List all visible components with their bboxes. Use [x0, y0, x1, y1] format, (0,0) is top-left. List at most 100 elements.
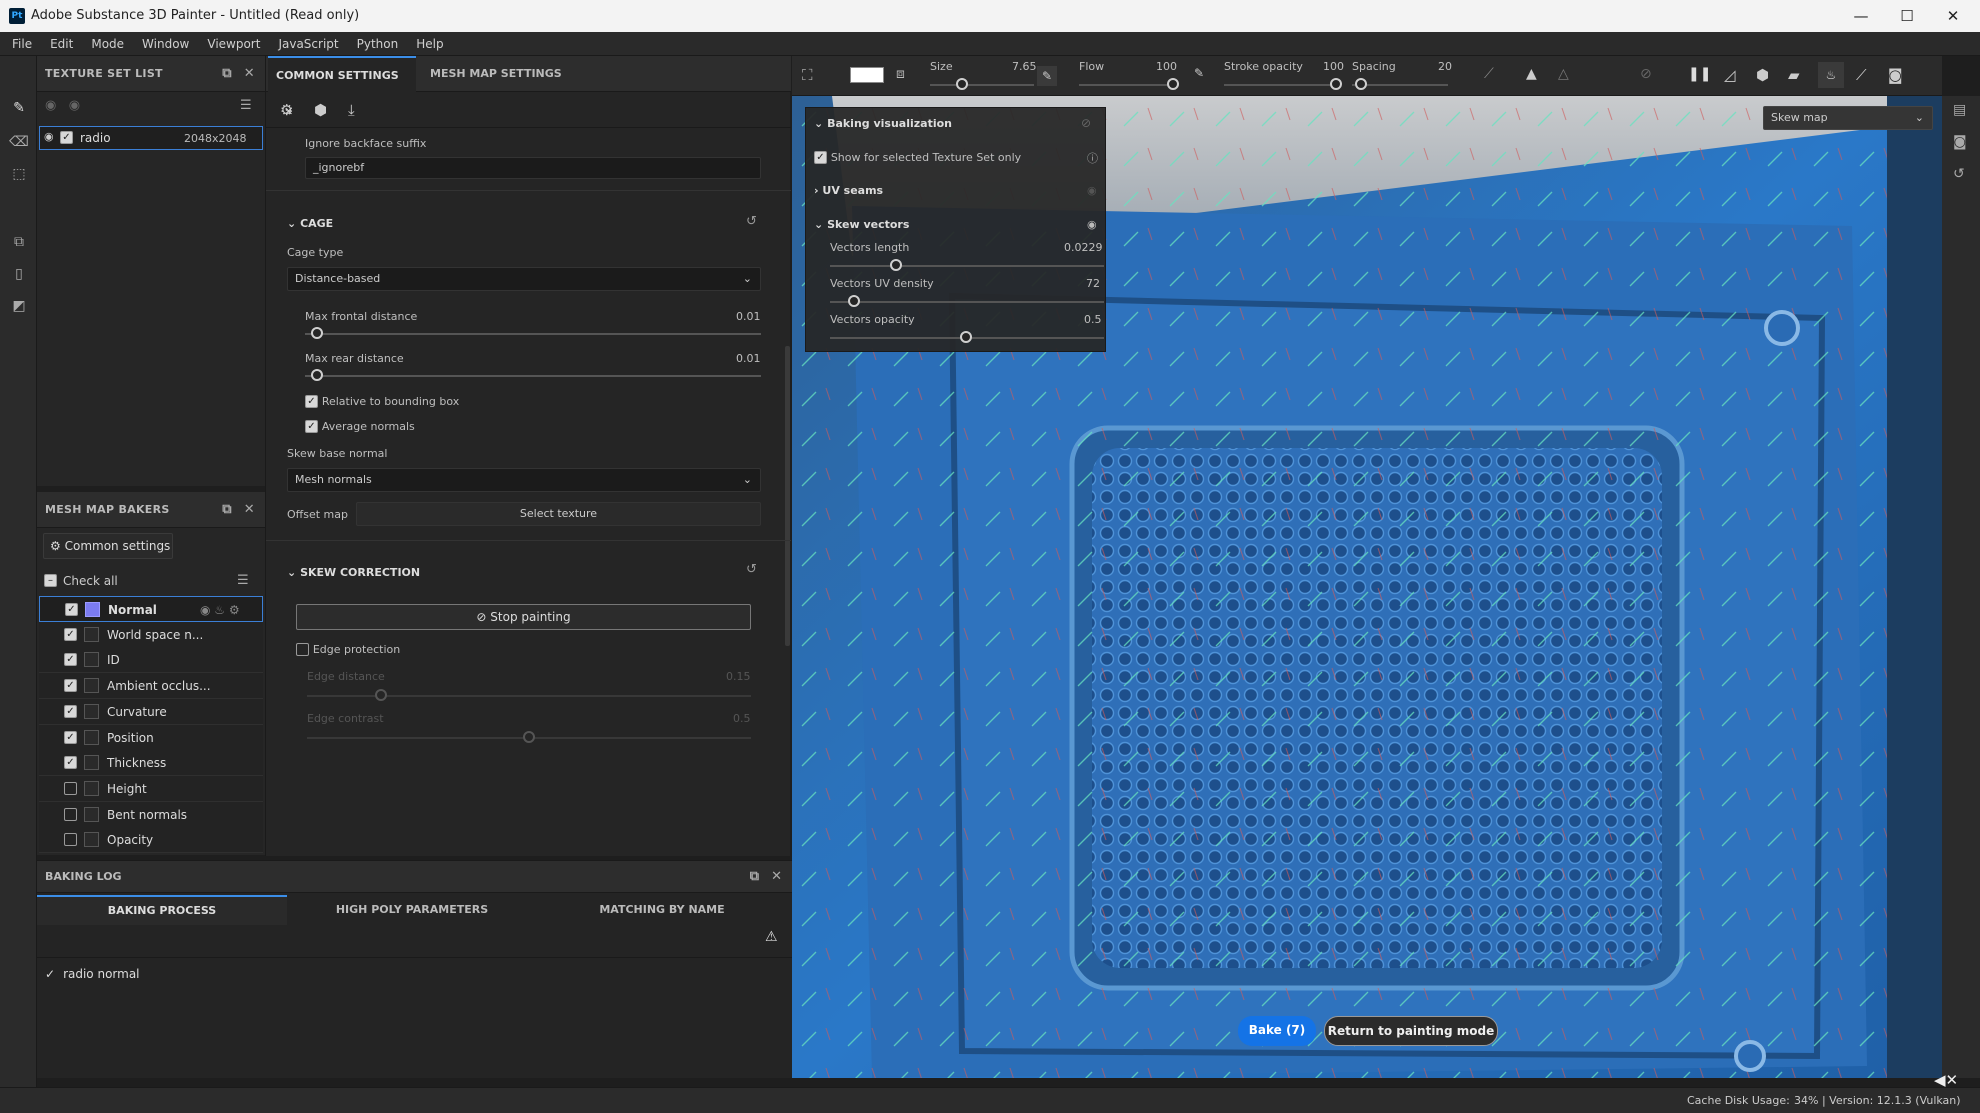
average-normals-checkbox[interactable]: ✓	[305, 420, 318, 433]
menu-javascript[interactable]: JavaScript	[269, 32, 347, 56]
smudge-icon[interactable]: ▯	[9, 264, 29, 284]
lazy-mouse-icon[interactable]: ⟋	[1484, 66, 1494, 82]
baker-row-ambient-occlusion[interactable]: ✓ Ambient occlus...	[39, 673, 263, 700]
check-all-row[interactable]: – Check all ☰	[37, 568, 265, 594]
projection-icon[interactable]: ⬚	[9, 164, 29, 184]
relative-bbox-checkbox[interactable]: ✓	[305, 395, 318, 408]
menu-python[interactable]: Python	[348, 32, 408, 56]
return-to-painting-button[interactable]: Return to painting mode	[1324, 1016, 1498, 1046]
flow-knob[interactable]	[1167, 78, 1179, 90]
baker-row-world-space-normal[interactable]: ✓ World space n...	[39, 621, 263, 648]
average-normals-row[interactable]: ✓ Average normals	[305, 419, 415, 433]
symmetry-icon[interactable]: ⛶	[802, 66, 813, 84]
max-frontal-knob[interactable]	[311, 327, 323, 339]
baker-checkbox[interactable]: ✓	[64, 627, 77, 641]
visibility-icon[interactable]: ◉	[1087, 184, 1097, 197]
baker-checkbox[interactable]: ✓	[65, 603, 78, 616]
vectors-uv-knob[interactable]	[848, 295, 860, 307]
size-slider[interactable]	[930, 84, 1034, 86]
screenshot-icon[interactable]: ◙	[1888, 66, 1903, 84]
baker-row-height[interactable]: Height	[39, 775, 263, 802]
visibility-toggle-icons[interactable]: ◉ ◉	[45, 98, 80, 113]
skew-base-select[interactable]: Mesh normals ⌄	[287, 468, 761, 492]
texture-set-row[interactable]: ◉ ✓ radio 2048x2048	[39, 126, 263, 150]
minimize-button[interactable]: —	[1838, 0, 1884, 32]
show-selected-checkbox[interactable]: ✓	[814, 151, 827, 164]
edge-protection-row[interactable]: Edge protection	[296, 642, 400, 656]
color-swatch[interactable]	[850, 67, 884, 83]
symmetry-toggle-icon[interactable]: ▲	[1526, 66, 1537, 82]
mute-speaker-icon[interactable]: ◀✕	[1934, 1071, 1958, 1089]
reset-icon[interactable]: ↺	[746, 562, 757, 577]
close-panel-icon[interactable]: ✕	[771, 869, 782, 884]
cage-type-select[interactable]: Distance-based ⌄	[287, 267, 761, 291]
visibility-icon[interactable]: ◉	[1087, 218, 1097, 231]
check-all-checkbox[interactable]: –	[44, 574, 57, 587]
spacing-knob[interactable]	[1355, 78, 1367, 90]
camera-icon[interactable]: ▰	[1788, 66, 1800, 84]
max-rear-slider[interactable]	[305, 375, 761, 377]
view-mode-icon[interactable]: ◿	[1724, 66, 1736, 84]
pressure-icon[interactable]: ✎	[1037, 66, 1057, 86]
vectors-opacity-knob[interactable]	[960, 331, 972, 343]
baker-checkbox[interactable]: ✓	[64, 730, 77, 744]
vectors-uv-slider[interactable]	[830, 301, 1104, 303]
clone-icon[interactable]: ⧉	[9, 232, 29, 252]
baker-row-normal[interactable]: ✓ Normal ◉ ♨ ⚙	[39, 596, 263, 622]
viz-header[interactable]: ⌄ Baking visualization	[814, 117, 952, 130]
list-options-icon[interactable]: ☰	[240, 98, 252, 113]
menu-window[interactable]: Window	[133, 32, 198, 56]
flow-pressure-icon[interactable]: ✎	[1194, 66, 1204, 80]
cage-section-header[interactable]: ⌄ CAGE	[287, 217, 333, 230]
reset-icon[interactable]: ↺	[746, 214, 757, 229]
bake-button[interactable]: Bake (7)	[1238, 1016, 1316, 1046]
baker-row-opacity[interactable]: Opacity	[39, 827, 263, 854]
menu-file[interactable]: File	[0, 32, 41, 56]
baker-row-id[interactable]: ✓ ID	[39, 647, 263, 674]
undock-icon[interactable]: ⧉	[222, 66, 232, 81]
mirror-icon[interactable]: △	[1558, 66, 1569, 82]
tab-high-poly-parameters[interactable]: HIGH POLY PARAMETERS	[287, 895, 537, 925]
baker-row-thickness[interactable]: ✓ Thickness	[39, 750, 263, 777]
eraser-icon[interactable]: ⌫	[9, 132, 29, 152]
export-icon[interactable]: ⤓	[348, 101, 355, 119]
viewport-mode-select[interactable]: Skew map ⌄	[1763, 106, 1933, 130]
baker-checkbox[interactable]: ✓	[64, 756, 77, 770]
close-panel-icon[interactable]: ✕	[244, 502, 255, 517]
flow-slider[interactable]	[1079, 84, 1179, 86]
baker-row-position[interactable]: ✓ Position	[39, 724, 263, 751]
bake-mode-icon[interactable]: ♨	[1818, 62, 1844, 88]
display-settings-icon[interactable]: ◙	[1953, 134, 1967, 150]
brush-icon[interactable]: ⟋	[1856, 66, 1867, 84]
tab-common-settings[interactable]: COMMON SETTINGS ✕	[268, 56, 416, 118]
baker-checkbox[interactable]: ✓	[64, 679, 77, 693]
warning-icon[interactable]: ⚠	[765, 929, 778, 945]
baker-checkbox[interactable]	[64, 833, 77, 847]
edge-protection-checkbox[interactable]	[296, 643, 309, 656]
hidden-icon[interactable]: ⊘	[1640, 66, 1652, 82]
baker-checkbox[interactable]	[64, 781, 77, 795]
skew-vectors-header[interactable]: ⌄ Skew vectors	[814, 218, 909, 231]
layers-icon[interactable]: ▤	[1953, 102, 1966, 118]
mesh-icon[interactable]: ⬢	[314, 101, 327, 119]
max-frontal-slider[interactable]	[305, 333, 761, 335]
eye-icon[interactable]: ◉	[44, 130, 54, 143]
history-icon[interactable]: ↺	[1953, 166, 1965, 182]
undock-icon[interactable]: ⧉	[750, 869, 759, 884]
tab-mesh-map-settings[interactable]: MESH MAP SETTINGS	[422, 56, 570, 92]
gear-icon[interactable]: ⚙	[280, 101, 293, 119]
size-knob[interactable]	[956, 78, 968, 90]
baker-row-bent-normals[interactable]: Bent normals	[39, 801, 263, 828]
ignore-backface-input[interactable]: _ignorebf	[305, 157, 761, 179]
stroke-opacity-knob[interactable]	[1330, 78, 1342, 90]
vectors-length-knob[interactable]	[890, 259, 902, 271]
select-texture-button[interactable]: Select texture	[356, 502, 761, 526]
skew-correction-section-header[interactable]: ⌄ SKEW CORRECTION	[287, 566, 420, 579]
uv-seams-header[interactable]: › UV seams	[814, 184, 883, 197]
baker-checkbox[interactable]: ✓	[64, 704, 77, 718]
stroke-opacity-slider[interactable]	[1224, 84, 1336, 86]
pause-icon[interactable]: ❚❚	[1688, 66, 1711, 82]
max-rear-knob[interactable]	[311, 369, 323, 381]
undock-icon[interactable]: ⧉	[222, 502, 232, 517]
settings-scrollbar[interactable]	[785, 346, 790, 646]
